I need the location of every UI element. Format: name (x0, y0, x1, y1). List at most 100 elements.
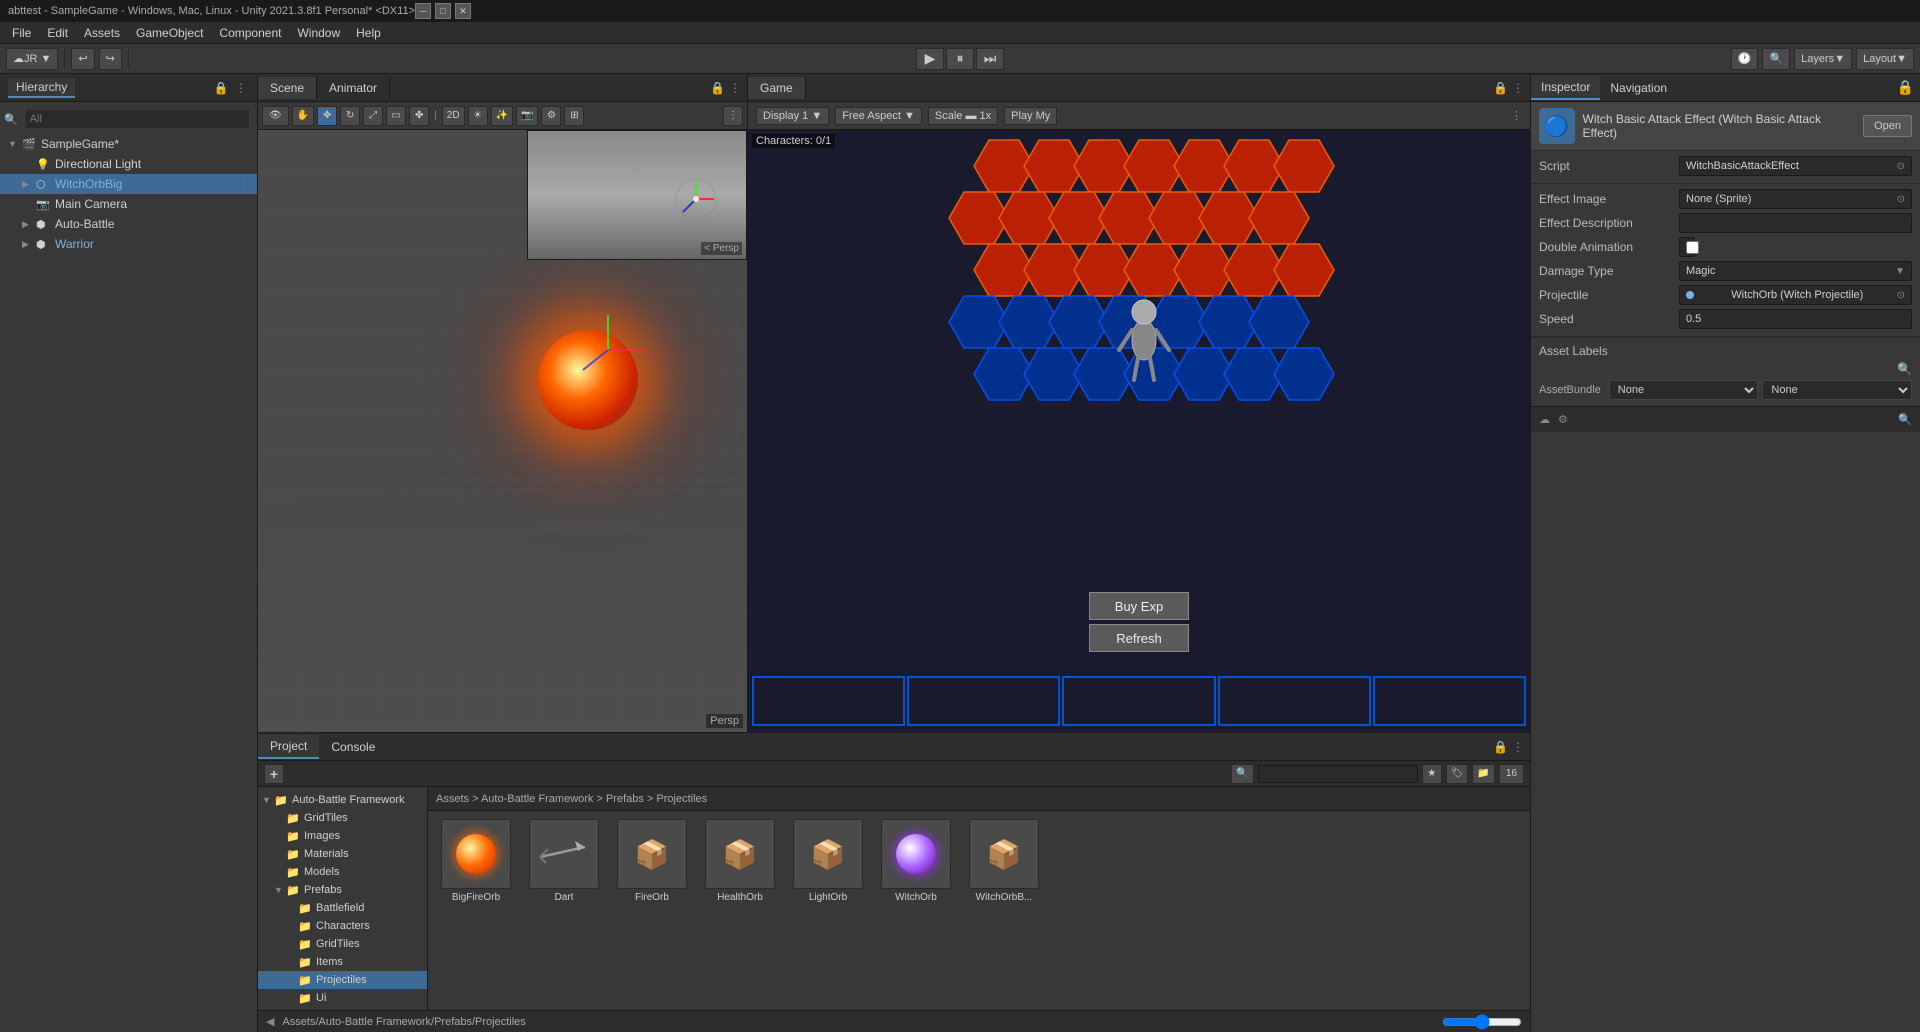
menu-window[interactable]: Window (289, 24, 348, 42)
game-tab[interactable]: Game (748, 77, 806, 99)
menu-gameobject[interactable]: GameObject (128, 24, 211, 42)
hierarchy-item-auto-battle[interactable]: ▶ ⬢ Auto-Battle (0, 214, 257, 234)
hierarchy-item-main-camera[interactable]: 📷 Main Camera (0, 194, 257, 214)
ft-item-auto-battle-framework[interactable]: ▼ 📁 Auto-Battle Framework (258, 791, 427, 809)
console-tab[interactable]: Console (319, 736, 387, 758)
effect-image-value[interactable]: None (Sprite) ⊙ (1679, 189, 1912, 209)
asset-item-lightorb[interactable]: 📦 LightOrb (788, 819, 868, 903)
hierarchy-item-witchorbig[interactable]: ▶ ⬡ WitchOrbBig ⋮ (0, 174, 257, 194)
refresh-button[interactable]: Refresh (1089, 624, 1189, 652)
asset-item-witchorbb[interactable]: 📦 WitchOrbB... (964, 819, 1044, 903)
game-lock-icon[interactable]: 🔒 (1493, 81, 1508, 95)
account-button[interactable]: ☁ JR ▼ (6, 48, 58, 70)
scene-viewport[interactable]: < Persp Persp (258, 130, 747, 732)
add-asset-btn[interactable]: + (264, 764, 284, 784)
asset-bundle-select[interactable]: None (1609, 380, 1759, 400)
menu-help[interactable]: Help (348, 24, 389, 42)
ft-item-prefabs[interactable]: ▼ 📁 Prefabs (258, 881, 427, 899)
project-tab[interactable]: Project (258, 735, 319, 759)
double-anim-checkbox[interactable] (1686, 241, 1699, 254)
project-lock-icon[interactable]: 🔒 (1493, 740, 1508, 754)
scene-grid-btn[interactable]: ⊞ (564, 106, 584, 126)
damage-type-value[interactable]: Magic ▼ (1679, 261, 1912, 281)
asset-labels-search-icon[interactable]: 🔍 (1897, 362, 1912, 376)
path-navigate-icon[interactable]: ◀ (266, 1015, 274, 1028)
project-menu-icon[interactable]: ⋮ (1512, 740, 1524, 754)
filter-type-btn[interactable]: 📁 (1472, 764, 1494, 784)
view-size-btn[interactable]: 16 (1499, 764, 1524, 784)
filter-favorites-btn[interactable]: ★ (1422, 764, 1442, 784)
filter-label-btn[interactable]: 🏷 (1446, 764, 1469, 784)
ft-item-gridtiles-sub[interactable]: 📁 GridTiles (258, 935, 427, 953)
animator-tab[interactable]: Animator (317, 77, 390, 99)
ft-item-ui[interactable]: 📁 Ui (258, 989, 427, 1007)
scene-move-btn[interactable]: ✥ (317, 106, 337, 126)
scene-rotate-btn[interactable]: ↻ (340, 106, 360, 126)
hierarchy-tab[interactable]: Hierarchy (8, 78, 75, 98)
navigation-tab[interactable]: Navigation (1600, 77, 1677, 99)
menu-component[interactable]: Component (211, 24, 289, 42)
scene-hand-btn[interactable]: ✋ (292, 106, 314, 126)
settings-icon[interactable]: ⚙ (1558, 413, 1568, 426)
ft-item-items[interactable]: 📁 Items (258, 953, 427, 971)
hierarchy-item-directional-light[interactable]: 💡 Directional Light (0, 154, 257, 174)
scale-control[interactable]: Scale ▬ 1x (928, 107, 998, 125)
close-button[interactable]: ✕ (455, 3, 471, 19)
scene-scale-btn[interactable]: ⤢ (363, 106, 383, 126)
minimize-button[interactable]: ─ (415, 3, 431, 19)
menu-file[interactable]: File (4, 24, 39, 42)
buy-exp-button[interactable]: Buy Exp (1089, 592, 1189, 620)
asset-item-witchorb[interactable]: WitchOrb (876, 819, 956, 903)
hierarchy-menu-icon[interactable]: ⋮ (233, 80, 249, 96)
projectile-value[interactable]: WitchOrb (Witch Projectile) ⊙ (1679, 285, 1912, 305)
play-mode-btn[interactable]: Play My (1004, 107, 1057, 125)
asset-item-dart[interactable]: Dart (524, 819, 604, 903)
ft-item-gridtiles[interactable]: 📁 GridTiles (258, 809, 427, 827)
hierarchy-lock-icon[interactable]: 🔒 (213, 80, 229, 96)
scene-2d-btn[interactable]: 2D (442, 106, 465, 126)
asset-search-input[interactable] (1258, 765, 1418, 783)
game-viewport[interactable]: Characters: 0/1 (748, 130, 1530, 732)
effect-image-pick-icon[interactable]: ⊙ (1897, 194, 1905, 205)
restore-button[interactable]: □ (435, 3, 451, 19)
undo-button[interactable]: ↩ (71, 48, 94, 70)
asset-item-healthorb[interactable]: 📦 HealthOrb (700, 819, 780, 903)
inspector-search-icon[interactable]: 🔍 (1898, 413, 1912, 426)
add-component-icon[interactable]: ☁ (1539, 413, 1550, 426)
asset-variant-select[interactable]: None (1762, 380, 1912, 400)
menu-edit[interactable]: Edit (39, 24, 76, 42)
open-button[interactable]: Open (1863, 115, 1912, 137)
layout-button[interactable]: Layout ▼ (1856, 48, 1914, 70)
hierarchy-search-input[interactable] (26, 110, 249, 128)
display-selector[interactable]: Display 1 ▼ (756, 107, 829, 125)
scene-rect-btn[interactable]: ▭ (386, 106, 406, 126)
play-button[interactable]: ▶ (916, 48, 944, 70)
ft-item-images[interactable]: 📁 Images (258, 827, 427, 845)
scene-gizmo-btn[interactable]: ⚙ (541, 106, 561, 126)
ft-item-materials[interactable]: 📁 Materials (258, 845, 427, 863)
effect-desc-value[interactable] (1679, 213, 1912, 233)
ft-item-models[interactable]: 📁 Models (258, 863, 427, 881)
scene-fx-btn[interactable]: ✨ (491, 106, 513, 126)
zoom-slider[interactable] (1442, 1016, 1522, 1028)
ft-item-characters[interactable]: 📁 Characters (258, 917, 427, 935)
scene-menu-icon[interactable]: ⋮ (729, 81, 741, 95)
inspector-tab[interactable]: Inspector (1531, 76, 1600, 100)
menu-assets[interactable]: Assets (76, 24, 128, 42)
aspect-selector[interactable]: Free Aspect ▼ (835, 107, 922, 125)
inspector-lock-icon[interactable]: 🔒 (1897, 79, 1914, 96)
search-asset-btn[interactable]: 🔍 (1231, 764, 1253, 784)
redo-button[interactable]: ↪ (99, 48, 122, 70)
scene-view-btn[interactable]: 👁 (262, 106, 289, 126)
scene-more-btn[interactable]: ⋮ (723, 106, 743, 126)
search-button[interactable]: 🔍 (1762, 48, 1790, 70)
asset-item-fireorb[interactable]: 📦 FireOrb (612, 819, 692, 903)
scene-lock-icon[interactable]: 🔒 (710, 81, 725, 95)
scene-transform-btn[interactable]: ✤ (409, 106, 429, 126)
pause-button[interactable]: ⏸ (946, 48, 974, 70)
script-value[interactable]: WitchBasicAttackEffect ⊙ (1679, 156, 1912, 176)
scene-cam-btn[interactable]: 📷 (516, 106, 538, 126)
game-menu-icon[interactable]: ⋮ (1512, 81, 1524, 95)
scene-light-btn[interactable]: ☀ (468, 106, 488, 126)
projectile-pick-icon[interactable]: ⊙ (1897, 290, 1905, 301)
